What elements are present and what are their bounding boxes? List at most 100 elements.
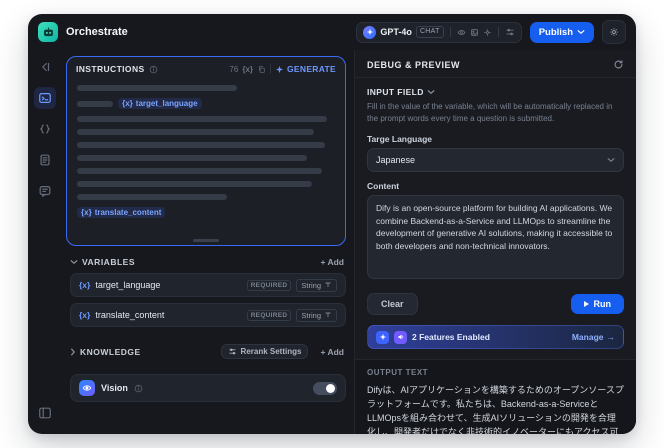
- top-bar: Orchestrate GPT-4o CHAT Publish: [28, 14, 636, 50]
- model-mode-badge: CHAT: [415, 26, 444, 38]
- knowledge-title: KNOWLEDGE: [80, 346, 141, 357]
- chevron-down-icon: [607, 157, 615, 163]
- rerank-settings-button[interactable]: Rerank Settings: [220, 344, 309, 359]
- manage-label: Manage: [571, 332, 604, 342]
- variable-row[interactable]: {x} target_language REQUIRED String: [70, 273, 346, 297]
- skeleton-line: [77, 168, 323, 174]
- skeleton-line: [77, 155, 307, 161]
- input-field-header[interactable]: INPUT FIELD: [367, 87, 624, 97]
- expand-view-icon[interactable]: [34, 402, 56, 424]
- capability-eye-icon: [457, 28, 466, 37]
- instructions-title: INSTRUCTIONS: [76, 64, 145, 74]
- vision-feature-card: Vision: [70, 374, 346, 402]
- instructions-panel[interactable]: INSTRUCTIONS 76 {x} GENERATE {x} target_…: [66, 56, 346, 246]
- chevron-down-icon: [427, 89, 435, 95]
- feature-sparkle-icon: [376, 330, 389, 344]
- add-knowledge-button[interactable]: + Add: [320, 347, 344, 357]
- run-button[interactable]: Run: [570, 294, 624, 314]
- type-tag[interactable]: String: [296, 308, 337, 322]
- skeleton-line: [77, 142, 325, 148]
- skeleton-line: [77, 85, 237, 91]
- variable-icon: {x}: [79, 280, 91, 290]
- scrollbar-hint[interactable]: [193, 239, 219, 242]
- selected-value: Japanese: [376, 155, 416, 165]
- publish-label: Publish: [538, 26, 573, 38]
- input-field-block: INPUT FIELD Fill in the value of the var…: [355, 78, 636, 125]
- sidebar-item-orchestrate[interactable]: [34, 87, 56, 109]
- model-selector[interactable]: GPT-4o CHAT: [356, 21, 522, 43]
- add-variable-button[interactable]: + Add: [320, 257, 344, 267]
- vision-label: Vision: [101, 383, 128, 393]
- sparkle-icon: [275, 65, 284, 73]
- content-field: Content Dify is an open-source platform …: [355, 172, 636, 284]
- output-section: OUTPUT TEXT Difyは、AIアプリケーションを構築するためのオープン…: [355, 359, 636, 434]
- info-icon: [149, 65, 158, 74]
- model-name: GPT-4o: [380, 27, 412, 37]
- chevron-down-icon: [70, 259, 78, 265]
- run-label: Run: [593, 299, 612, 309]
- run-row: Clear Run: [355, 284, 636, 315]
- debug-preview-panel: DEBUG & PREVIEW INPUT FIELD Fill in the …: [354, 50, 636, 434]
- restart-button[interactable]: [613, 59, 624, 70]
- variable-chip-label: translate_content: [94, 208, 162, 217]
- insert-variable-icon[interactable]: {x}: [242, 65, 253, 74]
- orchestrate-column: INSTRUCTIONS 76 {x} GENERATE {x} target_…: [62, 50, 354, 434]
- info-icon: [134, 384, 143, 393]
- model-params-sliders-icon[interactable]: [505, 27, 515, 37]
- publish-button[interactable]: Publish: [529, 21, 594, 43]
- skeleton-line: [77, 194, 227, 200]
- copy-icon[interactable]: [257, 65, 266, 74]
- type-tag[interactable]: String: [296, 278, 337, 292]
- text-type-icon: [325, 312, 331, 317]
- target-language-select[interactable]: Japanese: [367, 148, 624, 172]
- instructions-header: INSTRUCTIONS 76 {x} GENERATE: [67, 57, 345, 77]
- variable-chip-target-language[interactable]: {x} target_language: [118, 98, 202, 109]
- prompt-editor[interactable]: {x} target_language {x} translate_content: [67, 77, 345, 245]
- capability-image-icon: [470, 28, 479, 37]
- input-field-title: INPUT FIELD: [367, 87, 424, 97]
- sidebar-item-annotation[interactable]: [34, 180, 56, 202]
- clear-button[interactable]: Clear: [367, 293, 418, 315]
- rerank-settings-label: Rerank Settings: [240, 347, 302, 356]
- content-textarea[interactable]: Dify is an open-source platform for buil…: [367, 195, 624, 279]
- variables-section-header[interactable]: VARIABLES + Add: [70, 257, 344, 267]
- app-window: Orchestrate GPT-4o CHAT Publish INSTRUCT…: [28, 14, 636, 434]
- app-logo-icon: [38, 22, 58, 42]
- arrow-right-icon: →: [606, 332, 616, 342]
- vision-eye-icon: [79, 380, 95, 396]
- required-badge: REQUIRED: [246, 309, 292, 321]
- output-title: OUTPUT TEXT: [367, 368, 429, 377]
- variable-chip-translate-content[interactable]: {x} translate_content: [77, 207, 166, 218]
- debug-title: DEBUG & PREVIEW: [367, 59, 461, 70]
- sidebar-item-logs[interactable]: [34, 149, 56, 171]
- variable-row[interactable]: {x} translate_content REQUIRED String: [70, 303, 346, 327]
- refresh-icon: [614, 60, 623, 69]
- page-title: Orchestrate: [66, 26, 128, 38]
- divider: [270, 64, 271, 74]
- vision-toggle[interactable]: [313, 381, 337, 395]
- model-provider-icon: [363, 25, 377, 39]
- type-label: String: [301, 310, 321, 320]
- manage-features-link[interactable]: Manage →: [572, 332, 615, 342]
- left-icon-rail: [28, 50, 62, 434]
- variable-name: translate_content: [95, 310, 165, 320]
- skeleton-line: [77, 181, 312, 187]
- knowledge-section-header[interactable]: KNOWLEDGE Rerank Settings + Add: [70, 344, 344, 359]
- generate-button[interactable]: GENERATE: [275, 64, 336, 74]
- collapse-panel-icon[interactable]: [34, 56, 56, 78]
- variables-title: VARIABLES: [82, 257, 135, 267]
- variable-name: target_language: [95, 280, 161, 290]
- capability-tools-icon: [483, 28, 492, 37]
- variable-chip-label: target_language: [135, 99, 198, 108]
- target-language-field: Targe Language Japanese: [355, 125, 636, 172]
- feature-speaker-icon: [394, 330, 407, 344]
- variable-icon: {x}: [79, 310, 91, 320]
- skeleton-line: [77, 116, 328, 122]
- output-text: Difyは、AIアプリケーションを構築するためのオープンソースプラットフォームで…: [367, 385, 624, 434]
- sliders-icon: [228, 348, 236, 355]
- variable-icon: {x}: [122, 99, 133, 108]
- sidebar-item-api[interactable]: [34, 118, 56, 140]
- settings-button[interactable]: [602, 20, 626, 44]
- divider: [449, 27, 451, 37]
- type-label: String: [301, 280, 321, 290]
